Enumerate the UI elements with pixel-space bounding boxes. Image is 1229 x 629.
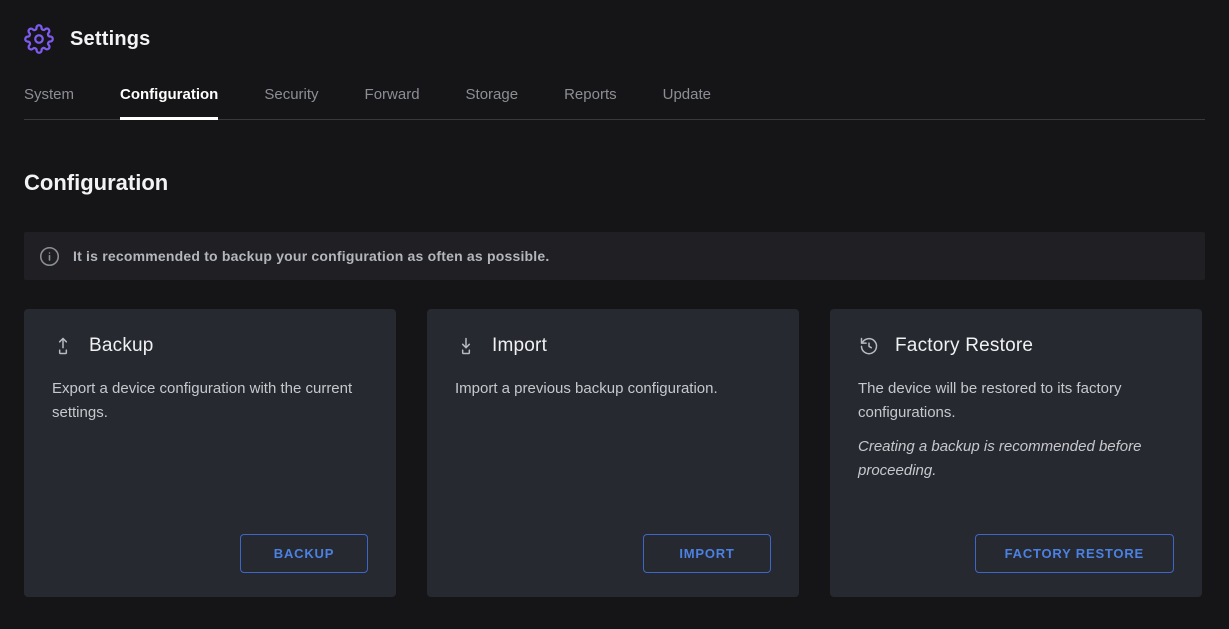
tab-reports[interactable]: Reports (564, 76, 617, 120)
page-title: Settings (70, 28, 151, 51)
backup-button[interactable]: BACKUP (240, 534, 368, 573)
backup-card-header: Backup (52, 335, 368, 357)
import-card: Import Import a previous backup configur… (427, 309, 799, 597)
cards-row: Backup Export a device configuration wit… (24, 309, 1202, 597)
info-icon (39, 246, 60, 267)
backup-card: Backup Export a device configuration wit… (24, 309, 396, 597)
import-card-title: Import (492, 335, 547, 357)
download-icon (455, 335, 477, 357)
settings-gear-icon (24, 24, 54, 54)
factory-restore-card-note: Creating a backup is recommended before … (858, 435, 1174, 483)
import-card-description: Import a previous backup configuration. (455, 377, 771, 401)
import-button[interactable]: IMPORT (643, 534, 771, 573)
factory-restore-card-header: Factory Restore (858, 335, 1174, 357)
tab-update[interactable]: Update (663, 76, 711, 120)
import-card-actions: IMPORT (455, 534, 771, 573)
factory-restore-button[interactable]: FACTORY RESTORE (975, 534, 1174, 573)
tab-security[interactable]: Security (264, 76, 318, 120)
notice-text: It is recommended to backup your configu… (73, 248, 549, 264)
tab-forward[interactable]: Forward (365, 76, 420, 120)
restore-icon (858, 335, 880, 357)
tab-system[interactable]: System (24, 76, 74, 120)
notice-banner: It is recommended to backup your configu… (24, 232, 1205, 280)
backup-card-title: Backup (89, 335, 154, 357)
factory-restore-card-description: The device will be restored to its facto… (858, 377, 1174, 425)
factory-restore-card-title: Factory Restore (895, 335, 1033, 357)
factory-restore-card-actions: FACTORY RESTORE (858, 534, 1174, 573)
tab-storage[interactable]: Storage (466, 76, 519, 120)
section-heading: Configuration (24, 170, 1205, 196)
backup-card-description: Export a device configuration with the c… (52, 377, 368, 425)
factory-restore-card: Factory Restore The device will be resto… (830, 309, 1202, 597)
tabs-bar: System Configuration Security Forward St… (24, 76, 1205, 120)
upload-icon (52, 335, 74, 357)
tab-configuration[interactable]: Configuration (120, 76, 218, 120)
backup-card-actions: BACKUP (52, 534, 368, 573)
page-header: Settings (0, 0, 1229, 62)
import-card-header: Import (455, 335, 771, 357)
